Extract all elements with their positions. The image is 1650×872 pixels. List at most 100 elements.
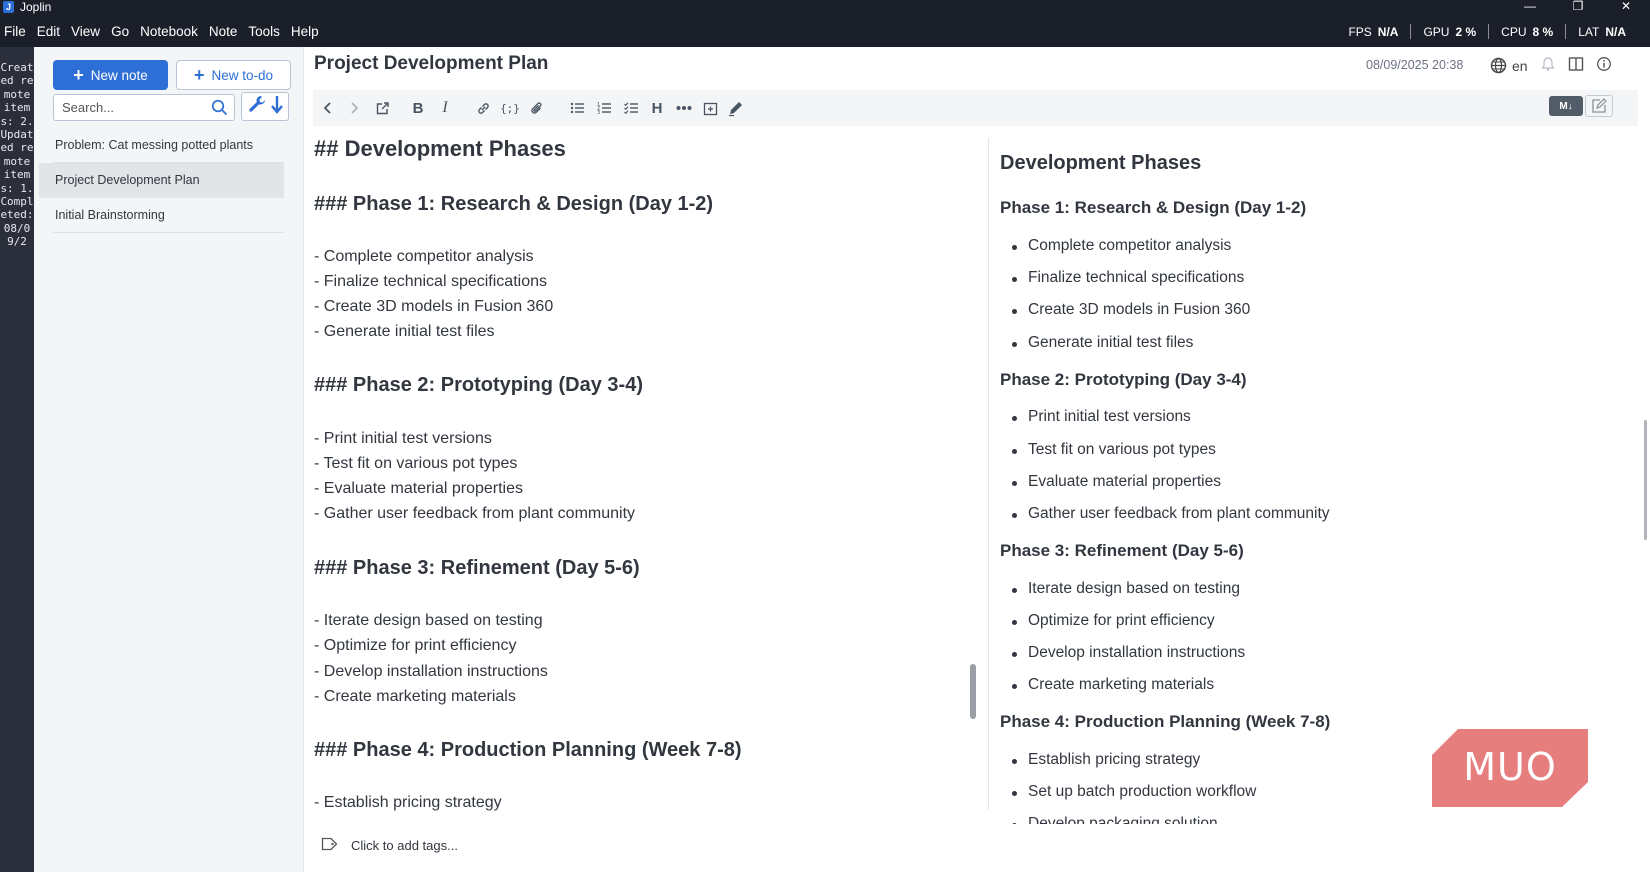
watermark-text: MUO	[1463, 745, 1557, 789]
spellcheck-language-button[interactable]: en	[1490, 57, 1528, 74]
window-title: Joplin	[20, 0, 52, 14]
menu-note[interactable]: Note	[209, 24, 238, 39]
pane-divider[interactable]	[988, 138, 989, 810]
sidebar-collapsed: Created remote items: 2. Updated remote …	[0, 47, 34, 872]
bold-icon[interactable]: B	[409, 99, 427, 117]
md-heading-phase-4: ### Phase 4: Production Planning (Week 7…	[314, 739, 742, 761]
more-icon[interactable]	[675, 99, 693, 117]
heading-icon[interactable]: H	[648, 99, 666, 117]
md-list-item: - Optimize for print efficiency	[314, 637, 517, 654]
layout-toggle-icon[interactable]	[1568, 56, 1584, 75]
svg-text:3: 3	[597, 110, 600, 115]
preview-heading-2: Development Phases	[1000, 152, 1202, 174]
insert-time-icon[interactable]	[701, 99, 719, 117]
new-note-button[interactable]: + New note	[53, 60, 168, 90]
new-todo-button[interactable]: + New to-do	[176, 60, 291, 90]
md-heading-2: ## Development Phases	[314, 136, 566, 161]
menu-file[interactable]: File	[4, 24, 26, 39]
preview-list-item: Test fit on various pot types	[1012, 441, 1216, 458]
sync-status: Created remote items: 2. Updated remote …	[0, 61, 34, 249]
muo-watermark-logo: MUO	[1432, 729, 1588, 807]
md-list-item: - Gather user feedback from plant commun…	[314, 505, 636, 522]
lat-value: N/A	[1605, 24, 1626, 39]
new-note-label: New note	[90, 67, 148, 83]
back-icon[interactable]	[319, 99, 337, 117]
spell-check-pen-icon[interactable]	[727, 99, 745, 117]
external-edit-icon[interactable]	[373, 99, 391, 117]
attach-icon[interactable]	[528, 99, 546, 117]
md-list-item: - Develop installation instructions	[314, 663, 548, 680]
alarm-icon[interactable]	[1540, 56, 1556, 75]
italic-icon[interactable]: I	[436, 99, 454, 117]
note-title[interactable]: Project Development Plan	[314, 53, 548, 75]
add-tags-label[interactable]: Click to add tags...	[351, 838, 458, 853]
menu-tools[interactable]: Tools	[248, 24, 280, 39]
preview-list-item: Set up batch production workflow	[1011, 783, 1257, 800]
menu-view[interactable]: View	[71, 24, 100, 39]
search-input[interactable]	[54, 95, 194, 120]
md-list-item: - Print initial test versions	[314, 430, 492, 447]
preview-list-item: Print initial test versions	[1012, 408, 1191, 425]
menu-go[interactable]: Go	[111, 24, 129, 39]
new-todo-label: New to-do	[211, 67, 274, 83]
preview-list-item: Complete competitor analysis	[1011, 237, 1232, 254]
note-item-brainstorming[interactable]: Initial Brainstorming	[39, 198, 284, 233]
note-item-title: Project Development Plan	[55, 173, 200, 187]
md-heading-phase-1: ### Phase 1: Research & Design (Day 1-2)	[314, 193, 714, 215]
markdown-preview: Development Phases Phase 1: Research & D…	[1000, 138, 1630, 824]
menu-notebook[interactable]: Notebook	[140, 24, 198, 39]
markdown-toggle-button[interactable]: M↓	[1549, 96, 1583, 116]
preview-list-item: Develop packaging solution	[1012, 815, 1218, 824]
tag-bar[interactable]: Click to add tags...	[320, 836, 458, 855]
editor-toggle-button[interactable]	[1585, 95, 1613, 117]
preview-list-item: Optimize for print efficiency	[1012, 612, 1215, 629]
edit-icon	[1592, 98, 1607, 113]
md-list-item: - Complete competitor analysis	[314, 248, 534, 265]
bulleted-list-icon[interactable]	[568, 99, 586, 117]
md-heading-phase-2: ### Phase 2: Prototyping (Day 3-4)	[314, 374, 643, 396]
link-icon[interactable]	[474, 99, 492, 117]
checklist-icon[interactable]	[622, 99, 640, 117]
note-list-panel: + New note + New to-do Problem: Cat mess…	[34, 47, 304, 872]
preview-heading-phase-4: Phase 4: Production Planning (Week 7-8)	[1000, 712, 1331, 731]
code-icon[interactable]: {;}	[500, 99, 520, 117]
md-list-item: - Create 3D models in Fusion 360	[314, 298, 554, 315]
gpu-label: GPU	[1423, 24, 1450, 39]
search-icon[interactable]	[211, 99, 228, 121]
editor-scrollbar[interactable]	[970, 664, 976, 719]
preview-list-item: Iterate design based on testing	[1012, 580, 1240, 597]
numbered-list-icon[interactable]: 123	[595, 99, 613, 117]
md-list-item: - Create marketing materials	[314, 688, 516, 705]
preview-scrollbar[interactable]	[1644, 420, 1647, 540]
preview-heading-phase-1: Phase 1: Research & Design (Day 1-2)	[1000, 198, 1307, 217]
forward-icon[interactable]	[345, 99, 363, 117]
preview-list-item: Gather user feedback from plant communit…	[1012, 505, 1330, 522]
note-item-title: Problem: Cat messing potted plants	[55, 138, 254, 152]
search-box	[53, 94, 235, 121]
menu-help[interactable]: Help	[291, 24, 319, 39]
close-button[interactable]: ✕	[1602, 0, 1650, 14]
note-date: 08/09/2025 20:38	[1366, 58, 1464, 72]
note-item-cat-problem[interactable]: Problem: Cat messing potted plants	[39, 128, 284, 163]
preview-list-item: Develop installation instructions	[1011, 644, 1246, 661]
joplin-logo-icon: J	[3, 1, 14, 13]
sort-order-button[interactable]	[241, 92, 289, 121]
menu-edit[interactable]: Edit	[37, 24, 60, 39]
performance-overlay: FPS N/A GPU 2 % CPU 8 % LAT N/A	[1336, 24, 1638, 39]
plus-icon: +	[73, 65, 84, 85]
arrow-down-icon	[271, 94, 283, 119]
md-heading-phase-3: ### Phase 3: Refinement (Day 5-6)	[314, 557, 640, 579]
minimize-button[interactable]: —	[1506, 0, 1554, 14]
lat-label: LAT	[1578, 24, 1600, 39]
info-icon[interactable]	[1596, 56, 1612, 75]
maximize-button[interactable]: ❐	[1554, 0, 1602, 14]
markdown-editor[interactable]: ## Development Phases ### Phase 1: Resea…	[314, 132, 954, 822]
wrench-icon	[247, 94, 267, 119]
note-item-project-plan[interactable]: Project Development Plan	[39, 163, 284, 198]
preview-heading-phase-2: Phase 2: Prototyping (Day 3-4)	[1000, 370, 1247, 389]
cpu-label: CPU	[1501, 24, 1527, 39]
title-bar: J Joplin — ❐ ✕	[0, 0, 1650, 14]
cpu-value: 8 %	[1532, 24, 1554, 39]
preview-heading-phase-3: Phase 3: Refinement (Day 5-6)	[1000, 541, 1244, 560]
md-list-item: - Iterate design based on testing	[314, 612, 543, 629]
